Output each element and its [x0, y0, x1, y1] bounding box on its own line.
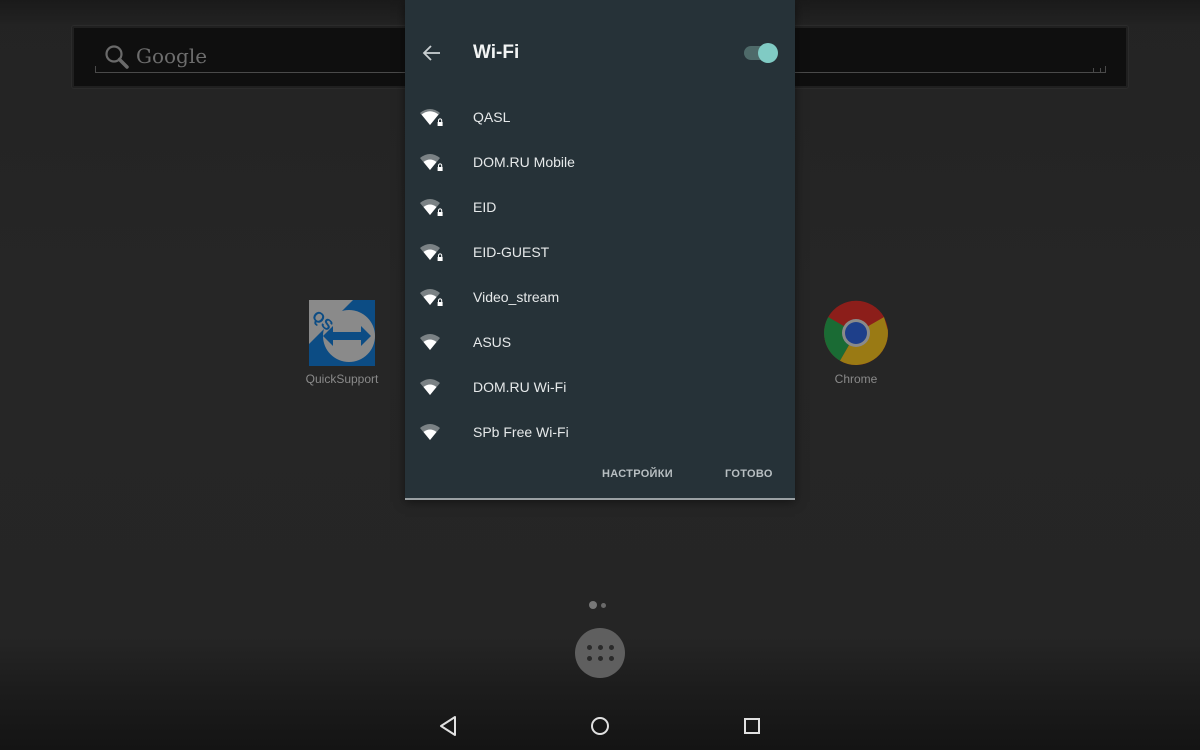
wifi-toggle[interactable] — [744, 43, 778, 63]
network-item[interactable]: ASUS — [405, 320, 795, 365]
network-item[interactable]: QASL — [405, 95, 795, 140]
dialog-actions: НАСТРОЙКИ ГОТОВО — [405, 464, 795, 488]
settings-button[interactable]: НАСТРОЙКИ — [602, 468, 673, 480]
network-name: SPb Free Wi-Fi — [473, 424, 569, 440]
wifi-locked-icon — [420, 289, 443, 306]
app-chrome[interactable]: Chrome — [801, 300, 911, 386]
network-item[interactable]: EID-GUEST — [405, 230, 795, 275]
search-underline-left — [95, 66, 96, 73]
network-item[interactable]: DOM.RU Mobile — [405, 140, 795, 185]
back-icon[interactable] — [436, 714, 460, 738]
voice-search-icon[interactable] — [1093, 68, 1101, 73]
wifi-locked-icon — [420, 109, 443, 126]
search-icon — [105, 45, 129, 69]
wifi-dialog: Wi-Fi QASL DOM.RU Mobile EID EID-GUEST Video… — [405, 0, 795, 500]
page-dot — [601, 602, 606, 608]
back-arrow-icon[interactable] — [421, 42, 443, 64]
app-label: Chrome — [834, 372, 878, 386]
network-name: ASUS — [473, 334, 512, 350]
wifi-icon — [420, 334, 440, 350]
app-label: QuickSupport — [305, 372, 379, 386]
wifi-dialog-header: Wi-Fi — [405, 30, 795, 76]
search-placeholder: Google — [136, 44, 208, 68]
done-button[interactable]: ГОТОВО — [725, 468, 773, 480]
apps-grid-icon[interactable] — [575, 628, 625, 678]
network-name: DOM.RU Mobile — [473, 154, 575, 170]
recents-icon[interactable] — [740, 714, 764, 738]
search-underline-right — [1105, 66, 1106, 73]
wifi-locked-icon — [420, 199, 443, 216]
wifi-locked-icon — [420, 244, 443, 261]
dialog-title: Wi-Fi — [473, 42, 520, 63]
network-item[interactable]: SPb Free Wi-Fi — [405, 410, 795, 455]
network-item[interactable]: EID — [405, 185, 795, 230]
wifi-locked-icon — [420, 154, 443, 171]
wifi-icon — [420, 379, 440, 395]
quicksupport-icon: QS — [309, 300, 375, 366]
network-name: EID-GUEST — [473, 244, 550, 260]
network-item[interactable]: Video_stream — [405, 275, 795, 320]
wifi-icon — [420, 424, 440, 440]
network-name: EID — [473, 199, 497, 215]
app-quicksupport[interactable]: QS QuickSupport — [287, 300, 397, 386]
network-item[interactable]: DOM.RU Wi-Fi — [405, 365, 795, 410]
network-name: Video_stream — [473, 289, 560, 305]
home-icon[interactable] — [588, 714, 612, 738]
page-dot-active — [589, 601, 597, 609]
network-name: DOM.RU Wi-Fi — [473, 379, 567, 395]
navigation-bar — [0, 700, 1200, 750]
toggle-thumb — [758, 43, 778, 63]
network-name: QASL — [473, 109, 511, 125]
page-indicator — [589, 601, 606, 609]
network-list: QASL DOM.RU Mobile EID EID-GUEST Video_strea… — [405, 95, 795, 455]
chrome-icon — [824, 300, 888, 365]
